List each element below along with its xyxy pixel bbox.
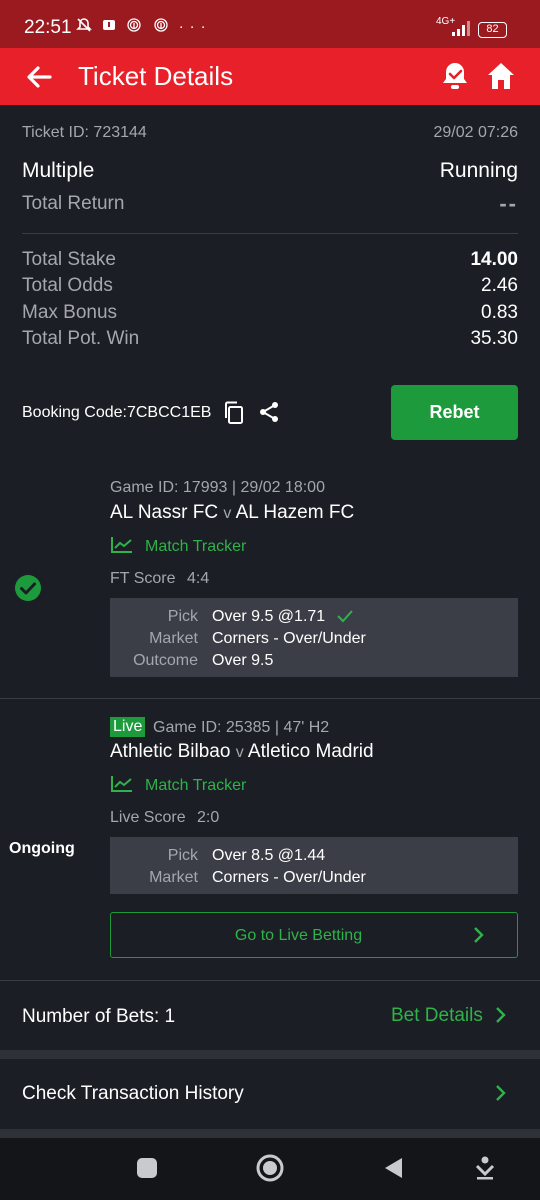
share-icon[interactable] bbox=[258, 401, 280, 423]
divider bbox=[22, 233, 518, 234]
versus: v bbox=[235, 744, 244, 761]
total-return-value: -- bbox=[499, 191, 518, 216]
outcome-value: Over 9.5 bbox=[212, 652, 274, 669]
match-teams: AL Nassr FC v AL Hazem FC bbox=[110, 502, 354, 524]
stat-value: 0.83 bbox=[481, 302, 518, 323]
total-return-label: Total Return bbox=[22, 193, 125, 214]
home-team: Athletic Bilbao bbox=[110, 741, 231, 762]
booking-code: Booking Code:7CBCC1EB bbox=[22, 404, 212, 421]
stat-value: 2.46 bbox=[481, 275, 518, 296]
stat-label: Total Pot. Win bbox=[22, 328, 140, 349]
match-teams: Athletic Bilbao v Atletico Madrid bbox=[110, 741, 374, 763]
pick-label: Pick bbox=[167, 847, 198, 864]
mute-icon bbox=[76, 18, 92, 32]
home-nav-icon[interactable] bbox=[255, 1153, 285, 1183]
signal-icon bbox=[452, 21, 470, 36]
transaction-history-row[interactable]: Check Transaction History bbox=[0, 1059, 540, 1129]
market-value: Corners - Over/Under bbox=[212, 869, 366, 886]
recent-apps-icon[interactable] bbox=[136, 1157, 158, 1179]
home-team: AL Nassr FC bbox=[110, 502, 219, 523]
transaction-history-label: Check Transaction History bbox=[22, 1083, 244, 1104]
stat-label: Total Stake bbox=[22, 249, 116, 270]
divider bbox=[0, 980, 540, 981]
match-tracker-link[interactable]: Match Tracker bbox=[145, 538, 246, 556]
versus: v bbox=[223, 505, 232, 522]
score-value: 4:4 bbox=[187, 570, 210, 587]
market-label: Market bbox=[149, 630, 198, 647]
chevron-right-icon bbox=[496, 1085, 506, 1101]
number-of-bets: Number of Bets: 1 bbox=[22, 1006, 176, 1027]
pick-label: Pick bbox=[167, 608, 198, 625]
live-badge: Live bbox=[110, 717, 146, 737]
match-tracker-link[interactable]: Match Tracker bbox=[145, 777, 246, 795]
trend-chart-icon[interactable] bbox=[110, 535, 134, 555]
outcome-label: Outcome bbox=[133, 652, 198, 669]
score-value: 2:0 bbox=[197, 809, 220, 826]
chevron-right-icon[interactable] bbox=[494, 1006, 508, 1024]
market-value: Corners - Over/Under bbox=[212, 630, 366, 647]
fingerprint-icon bbox=[153, 18, 168, 32]
game-meta: Game ID: 17993 | 29/02 18:00 bbox=[110, 479, 325, 496]
pick-value: Over 9.5 @1.71 bbox=[212, 608, 326, 625]
away-team: Atletico Madrid bbox=[247, 741, 374, 762]
page-title: Ticket Details bbox=[78, 61, 234, 91]
message-icon bbox=[103, 20, 116, 30]
clock: 22:51 bbox=[24, 17, 72, 38]
check-icon bbox=[337, 610, 353, 623]
go-to-live-betting-button[interactable]: Go to Live Betting bbox=[110, 912, 518, 958]
battery-icon: 82 bbox=[478, 22, 507, 38]
divider bbox=[0, 698, 540, 699]
live-betting-label: Go to Live Betting bbox=[234, 927, 363, 944]
bet-details-link[interactable]: Bet Details bbox=[391, 1005, 483, 1027]
pick-details: Pick Over 8.5 @1.44 Market Corners - Ove… bbox=[110, 837, 518, 894]
stat-value: 35.30 bbox=[470, 328, 518, 349]
notification-icons: ··· bbox=[76, 17, 212, 35]
pick-details: Pick Over 9.5 @1.71 Market Corners - Ove… bbox=[110, 598, 518, 677]
back-nav-icon[interactable] bbox=[382, 1156, 404, 1180]
won-check-icon bbox=[15, 575, 41, 601]
fingerprint-icon bbox=[127, 18, 141, 32]
stat-label: Max Bonus bbox=[22, 302, 118, 323]
trend-chart-icon[interactable] bbox=[110, 774, 134, 794]
ticket-datetime: 29/02 07:26 bbox=[433, 124, 518, 141]
section-separator bbox=[0, 1129, 540, 1138]
copy-icon[interactable] bbox=[222, 400, 246, 426]
back-arrow-icon[interactable] bbox=[24, 62, 54, 92]
score-label: Live Score bbox=[110, 809, 186, 826]
ticket-status: Running bbox=[439, 159, 518, 182]
ticket-type: Multiple bbox=[22, 159, 95, 182]
notification-bell-icon[interactable] bbox=[441, 60, 469, 92]
system-nav-bar bbox=[0, 1138, 540, 1200]
pick-value: Over 8.5 @1.44 bbox=[212, 847, 326, 864]
away-team: AL Hazem FC bbox=[235, 502, 355, 523]
rebet-button[interactable]: Rebet bbox=[391, 385, 518, 440]
score-label: FT Score bbox=[110, 570, 176, 587]
app-header: Ticket Details bbox=[0, 48, 540, 105]
home-icon[interactable] bbox=[487, 61, 515, 91]
game-meta: Game ID: 25385 | 47' H2 bbox=[153, 719, 330, 736]
section-separator bbox=[0, 1050, 540, 1059]
chevron-right-icon bbox=[474, 927, 484, 943]
market-label: Market bbox=[149, 869, 198, 886]
stat-label: Total Odds bbox=[22, 275, 113, 296]
more-icon: ··· bbox=[178, 18, 212, 35]
hide-nav-icon[interactable] bbox=[474, 1155, 496, 1181]
stat-value: 14.00 bbox=[470, 249, 518, 270]
ticket-id: Ticket ID: 723144 bbox=[22, 124, 147, 141]
bet-state: Ongoing bbox=[9, 840, 75, 857]
status-bar: 22:51 ··· 4G+ 82 bbox=[0, 0, 540, 48]
